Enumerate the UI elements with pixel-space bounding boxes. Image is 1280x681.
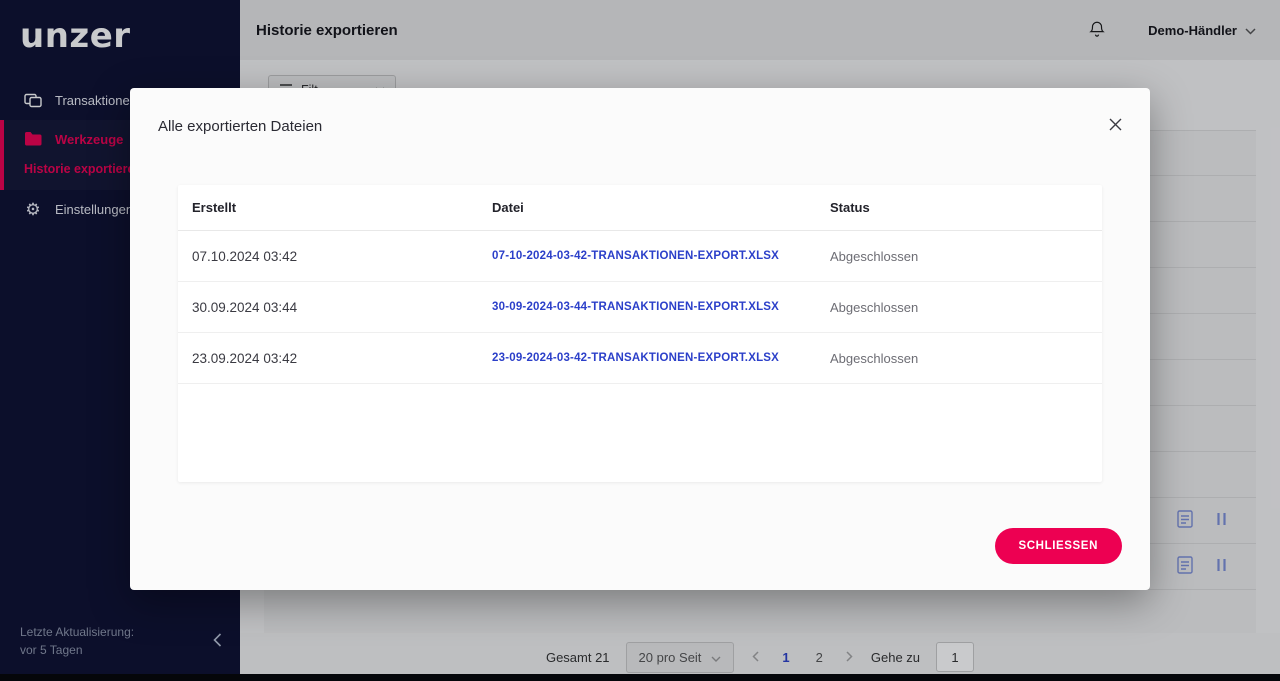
column-header-status: Status	[830, 200, 1102, 215]
status-cell: Abgeschlossen	[830, 249, 1102, 264]
schliessen-button[interactable]: SCHLIESSEN	[995, 528, 1123, 564]
file-download-link[interactable]: 23-09-2024-03-42-TRANSAKTIONEN-EXPORT.XL…	[492, 352, 830, 364]
file-download-link[interactable]: 07-10-2024-03-42-TRANSAKTIONEN-EXPORT.XL…	[492, 250, 830, 262]
exported-files-table: Erstellt Datei Status 07.10.2024 03:42 0…	[178, 185, 1102, 482]
column-header-file: Datei	[492, 200, 830, 215]
table-row: 07.10.2024 03:42 07-10-2024-03-42-TRANSA…	[178, 231, 1102, 282]
status-cell: Abgeschlossen	[830, 300, 1102, 315]
column-header-created: Erstellt	[192, 200, 492, 215]
table-row: 23.09.2024 03:42 23-09-2024-03-42-TRANSA…	[178, 333, 1102, 384]
created-cell: 07.10.2024 03:42	[192, 249, 492, 264]
table-row: 30.09.2024 03:44 30-09-2024-03-44-TRANSA…	[178, 282, 1102, 333]
modal-close-button[interactable]	[1105, 114, 1126, 138]
close-icon	[1109, 118, 1122, 134]
created-cell: 30.09.2024 03:44	[192, 300, 492, 315]
modal-title: Alle exportierten Dateien	[158, 118, 322, 135]
status-cell: Abgeschlossen	[830, 351, 1102, 366]
table-header-row: Erstellt Datei Status	[178, 185, 1102, 231]
file-download-link[interactable]: 30-09-2024-03-44-TRANSAKTIONEN-EXPORT.XL…	[492, 301, 830, 313]
export-history-modal: Alle exportierten Dateien Erstellt Datei…	[130, 88, 1150, 590]
created-cell: 23.09.2024 03:42	[192, 351, 492, 366]
